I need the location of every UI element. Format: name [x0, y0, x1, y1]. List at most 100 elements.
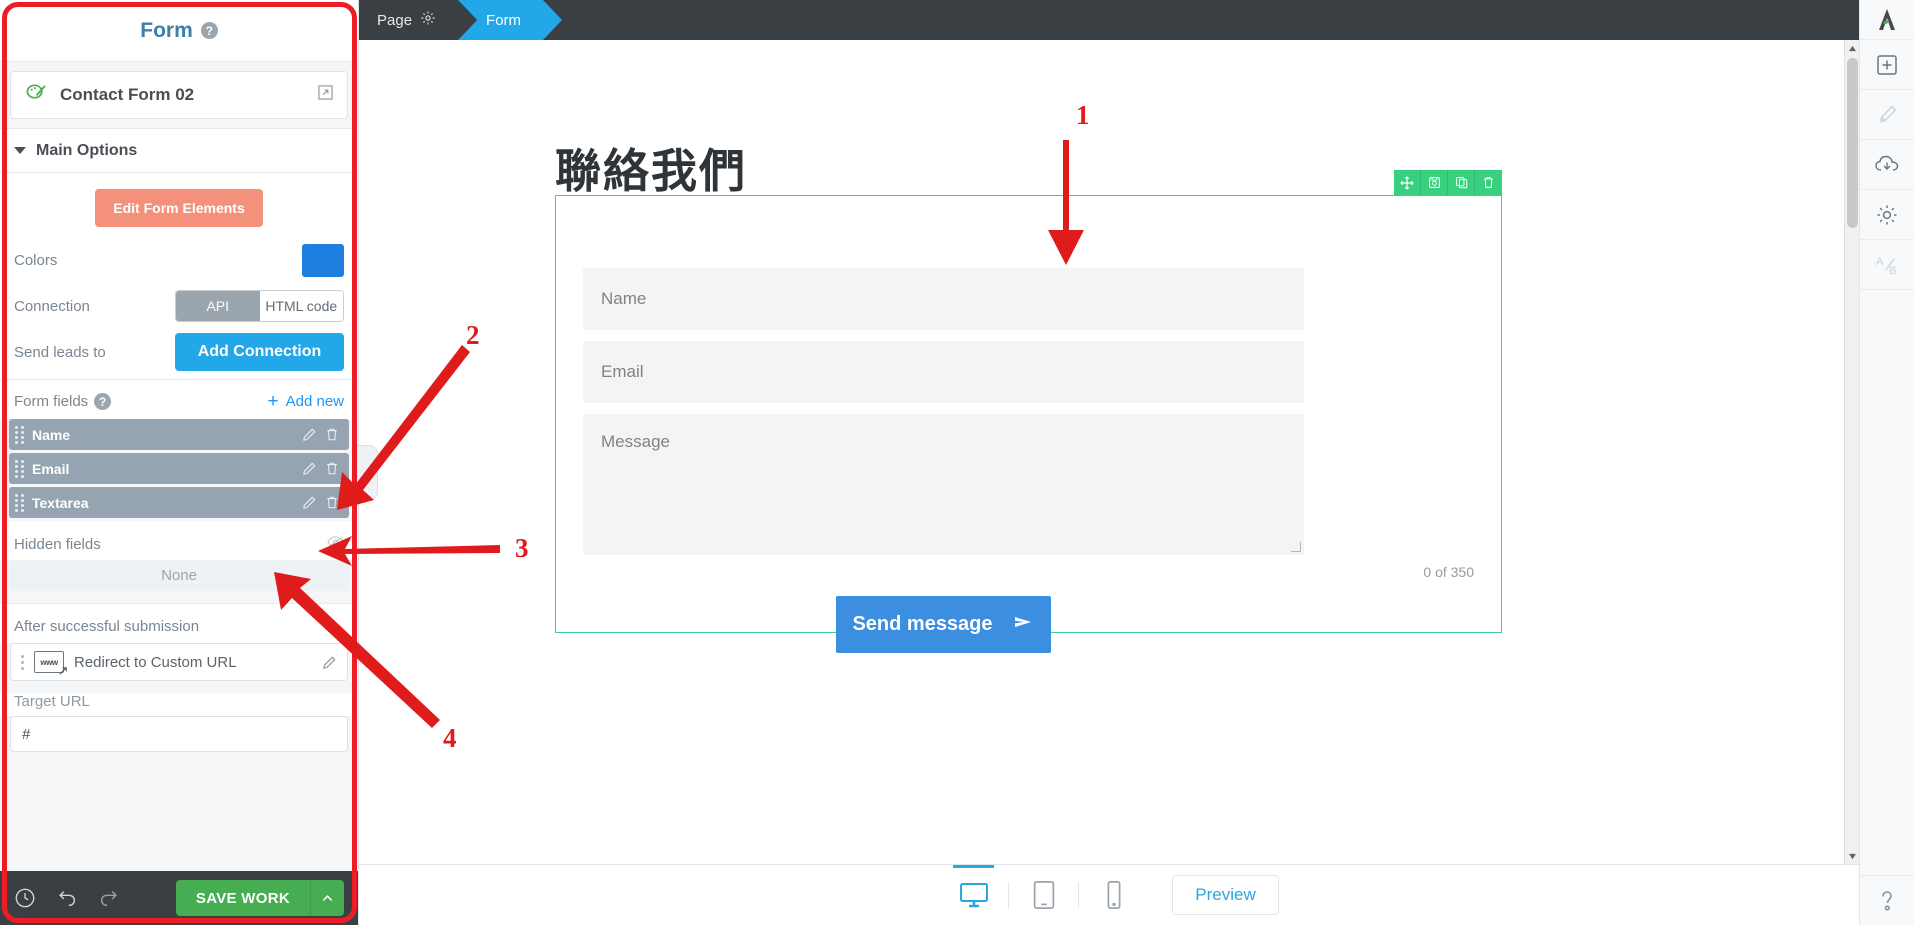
plus-icon: + — [267, 391, 279, 412]
page-builder-app: Form ? Contact Form 02 Main Options Edit… — [0, 0, 1914, 925]
field-label: Textarea — [32, 494, 89, 511]
help-icon[interactable] — [1859, 875, 1914, 925]
chevron-down-icon — [14, 147, 26, 154]
undo-icon[interactable] — [56, 887, 78, 909]
annotation-number-1: 1 — [1076, 100, 1090, 130]
ab-test-icon[interactable]: A B — [1859, 240, 1914, 290]
chevron-up-icon[interactable] — [310, 880, 344, 916]
trash-icon[interactable] — [325, 495, 339, 510]
logo-icon[interactable] — [1859, 0, 1914, 40]
field-label: Email — [32, 460, 70, 477]
palette-icon — [25, 81, 48, 109]
character-counter: 0 of 350 — [1423, 564, 1474, 580]
eye-off-icon[interactable] — [327, 535, 344, 554]
redo-icon[interactable] — [98, 887, 120, 909]
send-message-button[interactable]: Send message — [836, 596, 1051, 653]
save-work-button[interactable]: SAVE WORK — [175, 880, 310, 916]
external-link-icon[interactable] — [318, 85, 333, 105]
preview-button[interactable]: Preview — [1172, 875, 1279, 915]
element-toolbar — [1394, 170, 1502, 195]
breadcrumb-item-page[interactable]: Page — [359, 0, 478, 40]
canvas-heading: 聯絡我們 — [555, 145, 747, 197]
connection-option-api[interactable]: API — [176, 291, 260, 321]
form-fields-label: Form fields — [14, 393, 89, 410]
help-icon[interactable]: ? — [200, 22, 218, 39]
connection-option-html[interactable]: HTML code — [259, 291, 343, 321]
breadcrumb-item-form[interactable]: Form — [458, 0, 563, 40]
pencil-icon[interactable] — [322, 655, 337, 670]
canvas-scrollbar[interactable] — [1844, 40, 1859, 864]
field-label: Name — [32, 426, 71, 443]
redirect-action-row[interactable]: www Redirect to Custom URL — [10, 643, 348, 681]
add-new-label: Add new — [285, 393, 344, 410]
connection-label: Connection — [14, 297, 90, 315]
resize-grip-icon[interactable] — [1291, 542, 1301, 552]
form-field-row-name[interactable]: Name — [9, 419, 349, 450]
canvas-input-email[interactable]: Email — [583, 341, 1304, 403]
send-leads-label: Send leads to — [14, 343, 106, 361]
chevron-left-icon — [364, 468, 370, 478]
sidebar-collapse-handle[interactable] — [357, 445, 378, 501]
device-mobile-button[interactable] — [1079, 865, 1148, 925]
pencil-icon[interactable] — [302, 461, 317, 476]
annotation-number-2: 2 — [466, 320, 480, 350]
trash-icon[interactable] — [325, 427, 339, 442]
duplicate-icon[interactable] — [1448, 170, 1475, 195]
sidebar-footer: SAVE WORK — [0, 871, 358, 925]
gear-icon[interactable] — [1859, 190, 1914, 240]
trash-icon[interactable] — [1475, 170, 1502, 195]
pencil-icon[interactable] — [302, 495, 317, 510]
gear-icon[interactable] — [420, 10, 436, 30]
template-name: Contact Form 02 — [60, 85, 195, 104]
device-desktop-button[interactable] — [939, 864, 1008, 925]
canvas-textarea-message[interactable]: Message — [583, 414, 1304, 555]
drag-handle-icon[interactable] — [15, 493, 24, 512]
add-connection-button[interactable]: Add Connection — [175, 333, 344, 371]
target-url-input[interactable] — [10, 716, 348, 752]
after-submission-label: After successful submission — [0, 604, 358, 643]
breadcrumb-label: Page — [377, 11, 413, 29]
form-field-row-email[interactable]: Email — [9, 453, 349, 484]
connection-toggle[interactable]: API HTML code — [175, 290, 344, 322]
add-element-icon[interactable] — [1859, 40, 1914, 90]
edit-form-elements-button[interactable]: Edit Form Elements — [95, 189, 263, 227]
form-fields-help-icon[interactable]: ? — [94, 393, 112, 410]
brush-icon[interactable] — [1859, 90, 1914, 140]
drag-handle-icon[interactable] — [21, 654, 24, 670]
target-url-label: Target URL — [0, 693, 358, 716]
main-options-header[interactable]: Main Options — [0, 128, 358, 173]
canvas-input-name[interactable]: Name — [583, 268, 1304, 330]
save-icon[interactable] — [1421, 170, 1448, 195]
hidden-fields-label: Hidden fields — [14, 536, 101, 553]
page-canvas: 聯絡我們 Name Email Message 0 of 350 Send me… — [359, 40, 1859, 864]
connection-row: Connection API HTML code — [14, 283, 344, 329]
selected-form-element[interactable]: Name Email Message 0 of 350 Send message — [555, 170, 1502, 653]
main-options-panel: Edit Form Elements Colors Connection API… — [0, 173, 358, 379]
clock-icon[interactable] — [14, 887, 36, 909]
cloud-download-icon[interactable] — [1859, 140, 1914, 190]
www-icon: www — [34, 651, 67, 675]
template-card[interactable]: Contact Form 02 — [10, 71, 348, 119]
scrollbar-thumb[interactable] — [1847, 58, 1858, 228]
send-leads-row: Send leads to Add Connection — [14, 329, 344, 375]
scroll-up-icon[interactable] — [1845, 40, 1860, 56]
right-toolbar: A B — [1859, 0, 1914, 925]
colors-label: Colors — [14, 251, 58, 269]
page-title: Form — [140, 18, 193, 42]
move-icon[interactable] — [1394, 170, 1421, 195]
form-field-row-textarea[interactable]: Textarea — [9, 487, 349, 518]
form-fields-header: Form fields ? + Add new — [0, 380, 358, 419]
colors-row: Colors — [14, 237, 344, 283]
annotation-number-4: 4 — [443, 723, 457, 753]
drag-handle-icon[interactable] — [15, 425, 24, 444]
scroll-down-icon[interactable] — [1845, 848, 1860, 864]
send-message-label: Send message — [852, 613, 993, 635]
color-swatch[interactable] — [302, 243, 344, 277]
device-toolbar: Preview — [359, 864, 1859, 925]
device-tablet-button[interactable] — [1009, 865, 1078, 925]
pencil-icon[interactable] — [302, 427, 317, 442]
trash-icon[interactable] — [325, 461, 339, 476]
hidden-fields-value[interactable]: None — [9, 560, 349, 591]
drag-handle-icon[interactable] — [15, 459, 24, 478]
add-new-field-button[interactable]: + Add new — [268, 392, 344, 411]
